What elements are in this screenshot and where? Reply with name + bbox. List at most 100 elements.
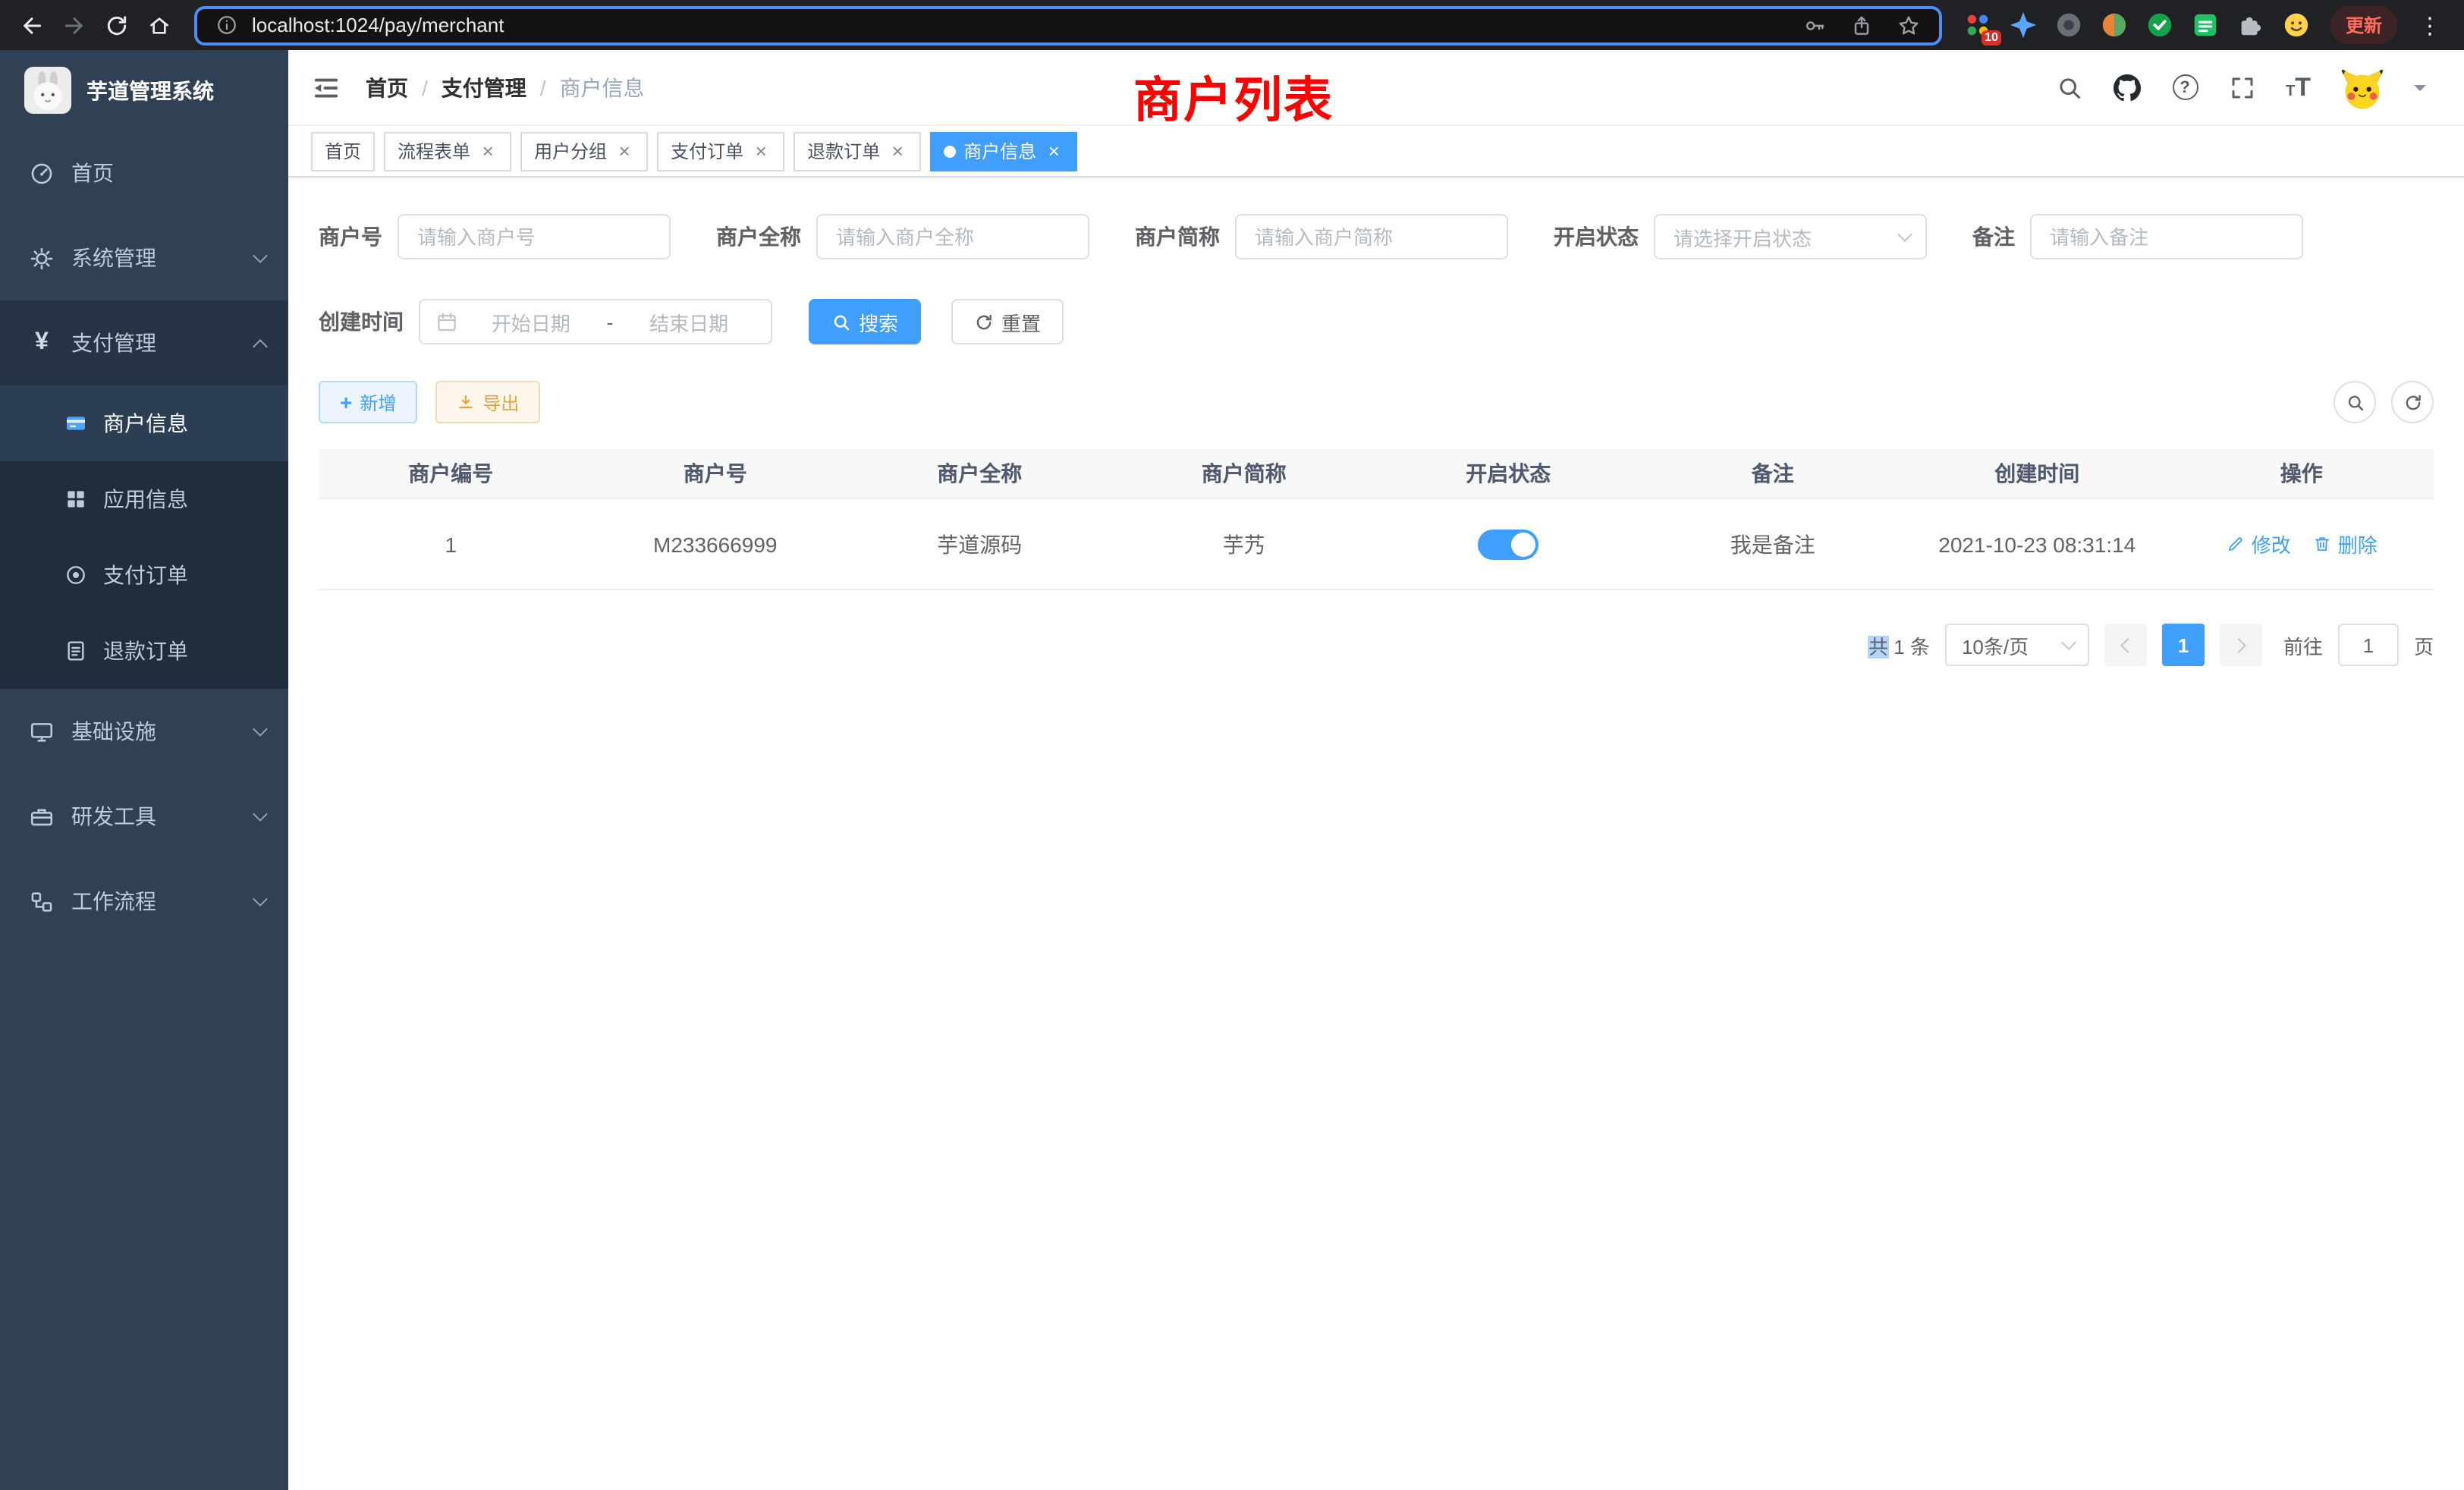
plus-icon: + xyxy=(340,391,352,413)
merchant-shortname-input[interactable] xyxy=(1235,214,1508,259)
start-date-placeholder[interactable]: 开始日期 xyxy=(464,307,598,336)
breadcrumb-home[interactable]: 首页 xyxy=(366,72,408,102)
extension-green-note-icon[interactable] xyxy=(2191,11,2220,39)
filter-row-1: 商户号 商户全称 商户简称 开启状态 请选择开启状态 xyxy=(319,214,2434,259)
fullscreen-icon[interactable] xyxy=(2228,73,2257,102)
tags-view: 首页 流程表单 × 用户分组 × 支付订单 × 退款订单 × xyxy=(288,126,2464,178)
prev-page-button[interactable] xyxy=(2104,624,2147,666)
back-icon xyxy=(20,13,44,37)
tab-pay-order[interactable]: 支付订单 × xyxy=(657,131,784,171)
extension-colorful-icon[interactable]: 10 xyxy=(1963,11,1992,39)
page-size-select[interactable]: 10条/页 xyxy=(1945,624,2089,666)
url-text[interactable]: localhost:1024/pay/merchant xyxy=(252,14,1789,36)
hamburger-icon[interactable] xyxy=(311,72,341,102)
gear-icon xyxy=(29,245,55,271)
toggle-search-button[interactable] xyxy=(2334,381,2376,423)
edit-link[interactable]: 修改 xyxy=(2226,530,2291,558)
create-time-range-picker[interactable]: 开始日期 - 结束日期 xyxy=(419,299,772,344)
status-select[interactable]: 请选择开启状态 xyxy=(1654,214,1927,259)
sidebar-item-workflow[interactable]: 工作流程 xyxy=(0,859,288,944)
site-info-icon[interactable] xyxy=(215,14,238,36)
header-search-icon[interactable] xyxy=(2055,73,2084,102)
merchant-no-input[interactable] xyxy=(398,214,671,259)
export-button[interactable]: 导出 xyxy=(435,381,540,423)
sidebar-item-refund-order[interactable]: 退款订单 xyxy=(0,613,288,689)
chevron-down-icon xyxy=(253,806,268,821)
app-logo[interactable]: 芋道管理系统 xyxy=(0,50,288,130)
browser-update-button[interactable]: 更新 xyxy=(2330,6,2397,44)
next-page-button[interactable] xyxy=(2220,624,2262,666)
profile-avatar-icon[interactable] xyxy=(2282,11,2311,39)
share-icon[interactable] xyxy=(1850,13,1874,37)
cell-remark: 我是备注 xyxy=(1641,529,1906,559)
extensions-puzzle-icon[interactable] xyxy=(2236,11,2265,39)
breadcrumb-payment[interactable]: 支付管理 xyxy=(442,72,526,102)
goto-unit: 页 xyxy=(2414,630,2434,659)
forward-button[interactable] xyxy=(55,5,94,45)
tab-user-group[interactable]: 用户分组 × xyxy=(520,131,648,171)
delete-link[interactable]: 删除 xyxy=(2312,530,2378,558)
close-icon[interactable]: × xyxy=(614,141,634,161)
goto-page-input[interactable] xyxy=(2338,624,2399,666)
extension-dark-circle-icon[interactable] xyxy=(2054,11,2083,39)
close-icon[interactable]: × xyxy=(751,141,771,161)
remark-input[interactable] xyxy=(2030,214,2303,259)
tab-merchant-info[interactable]: 商户信息 × xyxy=(930,131,1077,171)
sidebar-item-merchant-info[interactable]: 商户信息 xyxy=(0,385,288,461)
extension-spark-icon[interactable] xyxy=(2009,11,2038,39)
order-target-icon xyxy=(64,563,88,587)
tab-label: 用户分组 xyxy=(534,138,607,164)
sidebar-item-label: 研发工具 xyxy=(71,801,238,831)
add-button[interactable]: + 新增 xyxy=(319,381,417,423)
home-button[interactable] xyxy=(140,5,179,45)
tab-flow-form[interactable]: 流程表单 × xyxy=(384,131,511,171)
browser-menu-icon[interactable]: ⋮ xyxy=(2414,11,2446,39)
cell-create-time: 2021-10-23 08:31:14 xyxy=(1905,532,2170,556)
reset-button[interactable]: 重置 xyxy=(951,299,1064,344)
close-icon[interactable]: × xyxy=(478,141,498,161)
sidebar-item-label: 退款订单 xyxy=(103,636,288,666)
extension-green-check-icon[interactable] xyxy=(2145,11,2174,39)
merchant-fullname-label: 商户全称 xyxy=(716,222,801,252)
page-number-button[interactable]: 1 xyxy=(2162,624,2205,666)
sidebar-item-pay-order[interactable]: 支付订单 xyxy=(0,537,288,613)
sidebar-item-home[interactable]: 首页 xyxy=(0,130,288,215)
logo-avatar xyxy=(24,67,71,114)
status-toggle[interactable] xyxy=(1478,529,1538,559)
sidebar-item-infrastructure[interactable]: 基础设施 xyxy=(0,689,288,774)
user-avatar[interactable] xyxy=(2340,64,2385,110)
reload-button[interactable] xyxy=(97,5,137,45)
sidebar-item-system[interactable]: 系统管理 xyxy=(0,215,288,300)
address-bar[interactable]: localhost:1024/pay/merchant xyxy=(194,5,1942,45)
sidebar-item-label: 支付订单 xyxy=(103,560,288,590)
tab-home[interactable]: 首页 xyxy=(311,131,375,171)
monitor-icon xyxy=(29,718,55,744)
sidebar-item-label: 商户信息 xyxy=(103,408,288,439)
extension-duotone-icon[interactable] xyxy=(2100,11,2129,39)
password-key-icon[interactable] xyxy=(1802,13,1827,37)
close-icon[interactable]: × xyxy=(1044,141,1064,161)
column-header: 商户号 xyxy=(583,458,848,489)
dashboard-icon xyxy=(29,160,55,186)
font-size-icon[interactable]: TT xyxy=(2286,74,2311,100)
github-icon[interactable] xyxy=(2113,73,2142,102)
sidebar-item-dev-tools[interactable]: 研发工具 xyxy=(0,774,288,859)
forward-icon xyxy=(62,13,86,37)
close-icon[interactable]: × xyxy=(888,141,907,161)
extensions-area: 10 更新 ⋮ xyxy=(1957,6,2452,44)
help-icon[interactable]: ? xyxy=(2170,73,2199,102)
merchant-fullname-input[interactable] xyxy=(816,214,1089,259)
download-icon xyxy=(457,393,475,411)
sidebar-item-payment[interactable]: ¥ 支付管理 xyxy=(0,300,288,385)
column-header: 创建时间 xyxy=(1905,458,2170,489)
avatar-caret-icon[interactable] xyxy=(2414,85,2426,97)
bookmark-star-icon[interactable] xyxy=(1897,13,1921,37)
tab-refund-order[interactable]: 退款订单 × xyxy=(794,131,921,171)
back-button[interactable] xyxy=(12,5,52,45)
refresh-table-button[interactable] xyxy=(2391,381,2434,423)
sidebar-item-app-info[interactable]: 应用信息 xyxy=(0,461,288,537)
end-date-placeholder[interactable]: 结束日期 xyxy=(622,307,756,336)
search-button[interactable]: 搜索 xyxy=(809,299,921,344)
app-header: 首页 / 支付管理 / 商户信息 ? xyxy=(288,50,2464,126)
pagination-total: 共 1 条 xyxy=(1868,630,1930,659)
